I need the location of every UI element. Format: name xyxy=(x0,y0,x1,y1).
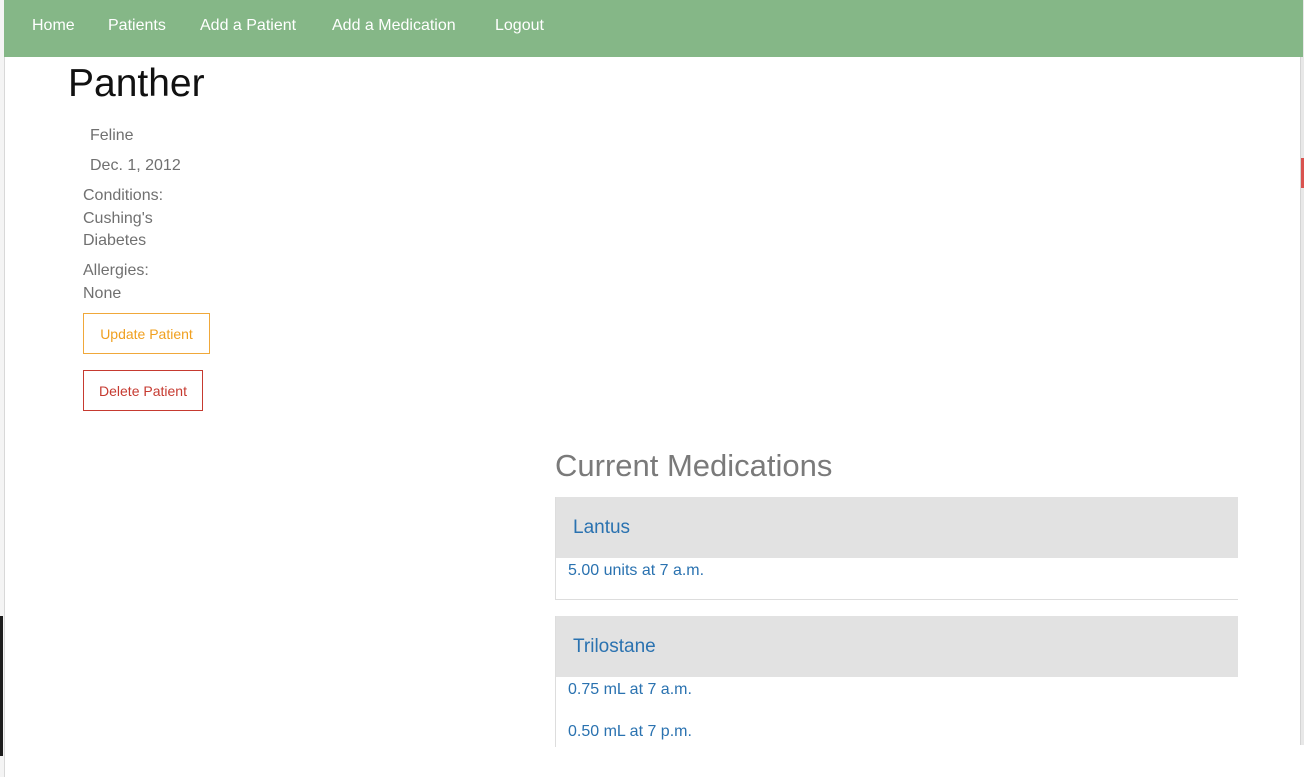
medication-card-header: Trilostane xyxy=(556,616,1238,677)
nav-add-medication-link[interactable]: Add a Medication xyxy=(332,17,456,35)
top-navbar: Home Patients Add a Patient Add a Medica… xyxy=(4,0,1303,57)
dose-schedule-link[interactable]: 0.50 mL at 7 p.m. xyxy=(568,723,692,741)
background-window-edge xyxy=(0,0,5,777)
patient-date-of-birth: Dec. 1, 2012 xyxy=(90,157,181,174)
dose-schedule-link[interactable]: 5.00 units at 7 a.m. xyxy=(568,562,704,580)
condition-item: Cushing's xyxy=(83,210,153,227)
update-patient-button[interactable]: Update Patient xyxy=(83,313,210,354)
nav-logout-link[interactable]: Logout xyxy=(495,17,544,35)
conditions-label: Conditions: xyxy=(83,187,164,204)
nav-home-link[interactable]: Home xyxy=(32,17,75,35)
medication-name-link[interactable]: Trilostane xyxy=(573,636,656,658)
medication-card-header: Lantus xyxy=(556,497,1238,558)
condition-item: Diabetes xyxy=(83,232,147,249)
allergy-item: None xyxy=(83,285,122,302)
medication-name-link[interactable]: Lantus xyxy=(573,517,630,539)
patient-species: Feline xyxy=(90,127,134,144)
delete-patient-button[interactable]: Delete Patient xyxy=(83,370,203,411)
dose-schedule-link[interactable]: 0.75 mL at 7 a.m. xyxy=(568,681,692,699)
medication-card: Lantus 5.00 units at 7 a.m. xyxy=(555,497,1238,600)
nav-patients-link[interactable]: Patients xyxy=(108,17,166,35)
medication-card: Trilostane 0.75 mL at 7 a.m. 0.50 mL at … xyxy=(555,616,1238,747)
background-window-dark-strip xyxy=(0,616,3,756)
allergies-label: Allergies: xyxy=(83,262,149,279)
nav-add-patient-link[interactable]: Add a Patient xyxy=(200,17,296,35)
window-scrollbar-edge xyxy=(1300,0,1304,745)
current-medications-heading: Current Medications xyxy=(555,448,833,483)
patient-name-heading: Panther xyxy=(68,62,205,105)
